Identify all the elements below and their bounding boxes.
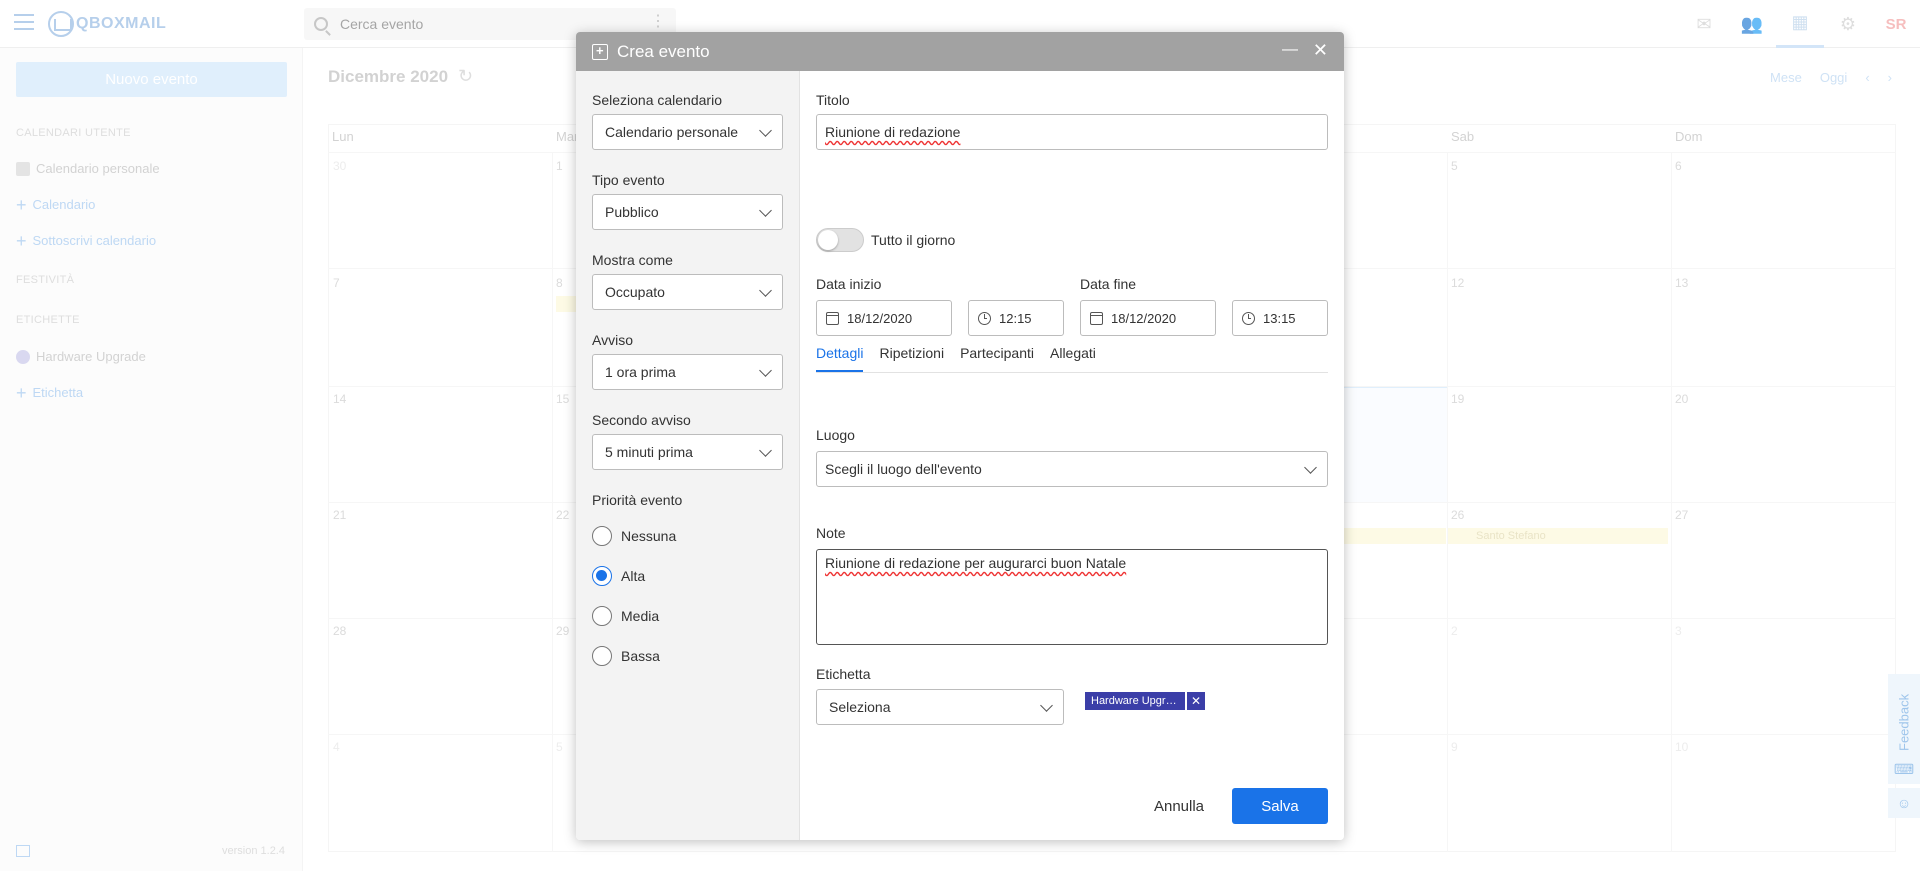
priority-label: Priorità evento [592,492,683,508]
select-calendar-label: Seleziona calendario [592,92,722,108]
remove-tag-icon[interactable]: ✕ [1187,692,1205,710]
title-value: Riunione di redazione [825,124,961,140]
end-date-label: Data fine [1080,276,1137,292]
radio-button[interactable] [592,526,612,546]
dialog-title: Crea evento [617,41,710,61]
close-icon[interactable]: ✕ [1313,41,1328,59]
show-as-value: Occupato [605,284,665,300]
tab-participants[interactable]: Partecipanti [960,345,1034,372]
tag-chip-label: Hardware Upgr… [1085,692,1185,710]
chevron-down-icon [759,284,772,297]
chevron-down-icon [759,124,772,137]
priority-option-low[interactable]: Bassa [592,646,660,666]
notes-value: Riunione di redazione per augurarci buon… [825,555,1127,571]
start-time-field[interactable]: 12:15 [968,300,1064,336]
priority-option-label: Alta [621,568,646,584]
end-time-field[interactable]: 13:15 [1232,300,1328,336]
radio-button[interactable] [592,646,612,666]
clock-icon [1242,311,1255,325]
start-time-value: 12:15 [999,310,1032,326]
second-alert-dropdown[interactable]: 5 minuti prima [592,434,783,470]
end-date-field[interactable]: 18/12/2020 [1080,300,1216,336]
priority-option-medium[interactable]: Media [592,606,659,626]
toggle-knob [818,230,838,250]
priority-option-label: Bassa [621,648,660,664]
start-date-label: Data inizio [816,276,882,292]
second-alert-label: Secondo avviso [592,412,691,428]
chevron-down-icon [1040,699,1053,712]
detail-tabs: Dettagli Ripetizioni Partecipanti Allega… [816,345,1328,373]
location-dropdown[interactable]: Scegli il luogo dell'evento [816,451,1328,487]
start-date-field[interactable]: 18/12/2020 [816,300,952,336]
chevron-down-icon [759,364,772,377]
start-date-value: 18/12/2020 [847,310,913,326]
tab-attachments[interactable]: Allegati [1050,345,1096,372]
clock-icon [978,311,991,325]
event-options-pane: Seleziona calendario Calendario personal… [576,71,800,840]
tag-select-value: Seleziona [829,699,891,715]
add-event-icon [592,43,608,60]
location-label: Luogo [816,427,855,443]
tag-label: Etichetta [816,666,871,682]
radio-button-selected[interactable] [592,566,612,586]
chevron-down-icon [759,444,772,457]
event-type-dropdown[interactable]: Pubblico [592,194,783,230]
radio-button[interactable] [592,606,612,626]
notes-textarea[interactable]: Riunione di redazione per augurarci buon… [816,549,1328,645]
all-day-label: Tutto il giorno [871,232,956,248]
chevron-down-icon [759,204,772,217]
tag-chip: Hardware Upgr… ✕ [1085,692,1205,710]
priority-option-high[interactable]: Alta [592,566,645,586]
calendar-icon [826,311,839,325]
calendar-icon [1090,311,1103,325]
chevron-down-icon [1304,461,1317,474]
event-type-value: Pubblico [605,204,659,220]
title-label: Titolo [816,92,850,108]
create-event-dialog: Crea evento — ✕ Seleziona calendario Cal… [576,32,1344,840]
notes-label: Note [816,525,846,541]
show-as-dropdown[interactable]: Occupato [592,274,783,310]
alert-label: Avviso [592,332,633,348]
show-as-label: Mostra come [592,252,673,268]
priority-option-label: Media [621,608,660,624]
second-alert-value: 5 minuti prima [605,444,693,460]
end-time-value: 13:15 [1263,310,1296,326]
priority-option-label: Nessuna [621,528,677,544]
tag-dropdown[interactable]: Seleziona [816,689,1064,725]
minimize-icon[interactable]: — [1282,41,1298,59]
dialog-header: Crea evento — ✕ [576,32,1344,71]
alert-dropdown[interactable]: 1 ora prima [592,354,783,390]
select-calendar-value: Calendario personale [605,124,739,140]
event-details-pane: Titolo Riunione di redazione Tutto il gi… [800,71,1344,840]
alert-value: 1 ora prima [605,364,676,380]
event-type-label: Tipo evento [592,172,665,188]
end-date-value: 18/12/2020 [1111,310,1177,326]
cancel-button[interactable]: Annulla [1144,788,1214,824]
tab-repetitions[interactable]: Ripetizioni [879,345,944,372]
tab-details[interactable]: Dettagli [816,345,864,372]
save-button[interactable]: Salva [1232,788,1328,824]
location-placeholder: Scegli il luogo dell'evento [825,461,982,477]
priority-option-none[interactable]: Nessuna [592,526,676,546]
all-day-toggle[interactable] [816,228,864,252]
title-input[interactable]: Riunione di redazione [816,114,1328,150]
select-calendar-dropdown[interactable]: Calendario personale [592,114,783,150]
